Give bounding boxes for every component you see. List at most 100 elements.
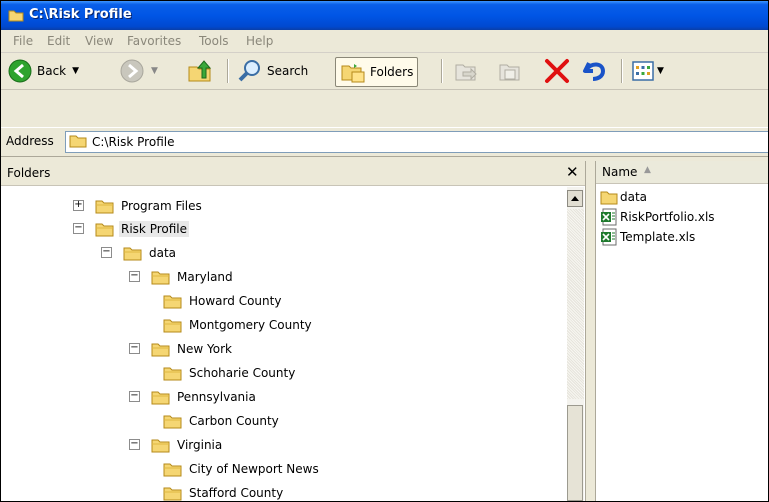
tree-item-label: Program Files [121,199,202,213]
menu-bar: File Edit View Favorites Tools Help [1,30,768,53]
folder-icon [95,200,114,213]
tree-item-label: Maryland [177,270,233,284]
folders-label: Folders [370,65,414,79]
folder-icon [151,439,170,452]
sort-ascending-icon: ▲ [644,165,651,175]
undo-icon [583,62,606,81]
tree-item-label: New York [177,342,232,356]
move-to-icon [455,64,477,81]
name-column-header[interactable]: Name ▲ [596,161,768,184]
tree-item[interactable]: Montgomery County [141,314,314,336]
folders-scrollbar[interactable] [567,187,584,501]
excel-file-icon [601,208,617,226]
explorer-window: C:\Risk Profile File Edit View Favorites… [0,0,769,502]
tree-item-label: City of Newport News [189,462,319,476]
undo-button[interactable] [581,57,609,85]
collapse-icon[interactable]: − [101,247,112,258]
menu-help[interactable]: Help [246,34,273,48]
folder-icon [600,191,618,205]
forward-button[interactable]: ▼ [119,57,158,85]
tree-item[interactable]: + Program Files [73,195,204,217]
move-to-button[interactable] [453,57,479,85]
file-item[interactable]: RiskPortfolio.xls [600,207,715,227]
up-folder-icon [188,60,212,82]
folder-icon [95,223,114,236]
search-label: Search [267,64,309,78]
address-field[interactable]: C:\Risk Profile [65,131,768,153]
copy-to-icon [499,64,520,81]
tree-item[interactable]: − Virginia [129,434,224,456]
views-icon [632,61,654,81]
files-pane: Name ▲ data RiskPortfolio.xls Template.xls [595,161,768,501]
collapse-icon[interactable]: − [129,271,140,282]
copy-to-button[interactable] [497,57,523,85]
file-name: Template.xls [620,230,696,244]
collapse-icon[interactable]: − [129,391,140,402]
tree-item[interactable]: − Risk Profile [73,218,189,240]
back-button[interactable]: Back ▼ [7,57,79,85]
search-icon [238,60,260,82]
tree-item[interactable]: − Pennsylvania [129,386,258,408]
menu-file[interactable]: File [13,34,33,48]
back-arrow-icon [8,59,32,83]
up-folder-button[interactable] [187,57,213,85]
folders-pane-header: Folders ✕ [1,161,585,186]
collapse-icon[interactable]: − [73,223,84,234]
collapse-icon[interactable]: − [129,439,140,450]
collapse-icon[interactable]: − [129,343,140,354]
tree-item[interactable]: − Maryland [129,266,235,288]
folder-icon [8,10,24,22]
tree-item[interactable]: Howard County [141,290,283,312]
folder-icon [163,415,182,428]
address-value: C:\Risk Profile [92,135,175,149]
forward-dropdown-icon[interactable]: ▼ [151,66,158,76]
tree-item-label: Carbon County [189,414,279,428]
excel-file-icon [601,228,617,246]
file-item[interactable]: Template.xls [600,227,695,247]
folder-icon [151,343,170,356]
delete-button[interactable] [543,57,571,85]
delete-icon [545,59,569,83]
forward-arrow-icon [120,59,144,83]
tree-item[interactable]: Schoharie County [141,362,297,384]
tree-item[interactable]: Stafford County [141,482,285,501]
toolbar: Back ▼ ▼ Search Folders ▼ [1,53,768,90]
search-button[interactable]: Search [237,57,308,85]
tree-item[interactable]: Carbon County [141,410,281,432]
views-button[interactable]: ▼ [631,57,664,85]
folder-icon [123,247,142,260]
tree-item[interactable]: − data [101,242,178,264]
expand-icon[interactable]: + [73,200,84,211]
folder-icon [163,463,182,476]
scroll-track[interactable] [567,209,584,399]
folders-button[interactable]: Folders [335,57,419,87]
file-item[interactable]: data [600,187,647,207]
folders-pane: Folders ✕ + Program Files − Risk Profile − da… [1,161,586,501]
menu-tools[interactable]: Tools [199,34,229,48]
tree-item-label: Montgomery County [189,318,312,332]
pane-splitter[interactable] [586,161,594,501]
scroll-up-button[interactable] [567,190,583,207]
window-title: C:\Risk Profile [29,7,132,22]
tree-item[interactable]: − New York [129,338,234,360]
tree-item-label: data [149,246,177,260]
menu-favorites[interactable]: Favorites [127,34,181,48]
scroll-thumb[interactable] [567,405,583,501]
folder-icon [69,135,87,148]
title-bar[interactable]: C:\Risk Profile [1,1,768,30]
menu-view[interactable]: View [85,34,113,48]
folders-icon [341,64,365,83]
close-pane-button[interactable]: ✕ [566,163,579,181]
back-dropdown-icon[interactable]: ▼ [72,66,79,76]
back-label: Back [37,64,67,78]
tree-item-label: Schoharie County [189,366,296,380]
file-name: data [620,190,648,204]
folder-icon [163,295,182,308]
tree-item-label: Risk Profile [119,221,189,237]
menu-edit[interactable]: Edit [47,34,70,48]
folders-pane-title: Folders [7,166,51,180]
tree-item-label: Pennsylvania [177,390,256,404]
folder-icon [151,391,170,404]
views-dropdown-icon[interactable]: ▼ [657,66,664,76]
tree-item[interactable]: City of Newport News [141,458,321,480]
